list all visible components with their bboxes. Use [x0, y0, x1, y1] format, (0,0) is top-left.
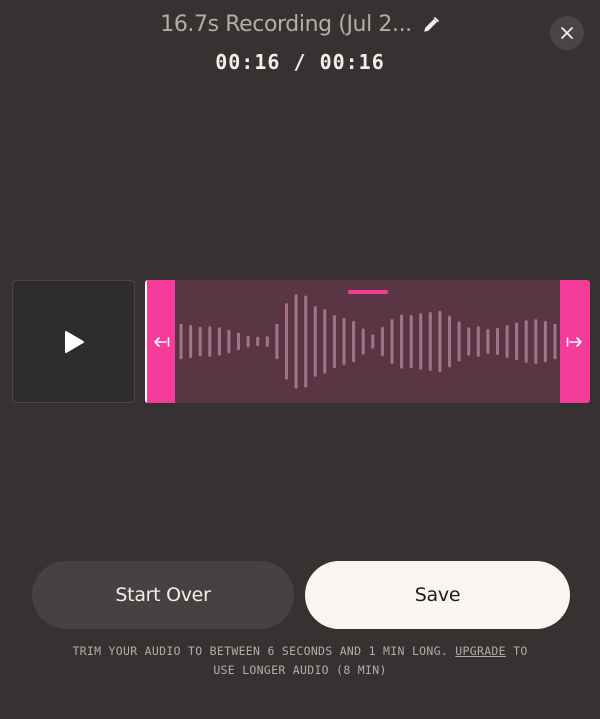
waveform-bar	[361, 328, 365, 355]
waveform-bar	[380, 326, 384, 357]
waveform-bar	[438, 310, 442, 373]
waveform-bar	[313, 306, 317, 377]
waveform-bar	[467, 327, 471, 356]
waveform-bar	[237, 332, 240, 351]
waveform-bar	[419, 313, 423, 370]
waveform-bar	[515, 322, 519, 361]
waveform-bar	[390, 319, 394, 364]
trim-right-arrow-icon	[566, 336, 582, 347]
pencil-icon[interactable]	[422, 16, 440, 34]
trim-start-handle[interactable]	[145, 280, 175, 403]
waveform-bar	[275, 323, 279, 360]
save-button[interactable]: Save	[305, 561, 570, 629]
waveform-bar	[256, 336, 260, 347]
play-icon	[64, 330, 84, 353]
waveform-bar	[189, 325, 193, 358]
start-over-button[interactable]: Start Over	[32, 561, 294, 629]
waveform-bar	[323, 309, 327, 374]
waveform-bar	[400, 314, 404, 369]
waveform-bar	[524, 320, 528, 363]
trim-left-arrow-icon	[154, 336, 170, 347]
play-button[interactable]	[12, 280, 135, 403]
waveform-bar	[179, 323, 183, 360]
waveform-bar	[476, 326, 480, 357]
close-button[interactable]	[550, 16, 584, 50]
waveform-bar	[409, 315, 413, 369]
trim-instructions-text-3: USE LONGER AUDIO (8 MIN)	[213, 663, 387, 677]
waveform-bar	[448, 315, 451, 368]
trim-end-handle[interactable]	[560, 280, 590, 403]
selection-drag-handle[interactable]	[348, 290, 388, 294]
time-separator: /	[280, 50, 320, 74]
waveform-bar	[457, 321, 461, 362]
upgrade-link[interactable]: UPGRADE	[455, 644, 506, 658]
close-icon	[561, 27, 573, 39]
playback-time: 00:16 / 00:16	[0, 50, 600, 74]
waveform-bar	[543, 320, 547, 363]
waveform-bar	[246, 335, 250, 348]
recording-title-row: 16.7s Recording (Jul 2...	[0, 12, 600, 37]
waveform	[179, 294, 557, 389]
trim-instructions: TRIM YOUR AUDIO TO BETWEEN 6 SECONDS AND…	[0, 642, 600, 680]
waveform-bar	[486, 329, 490, 354]
waveform-bar	[371, 334, 375, 349]
waveform-bar	[294, 294, 298, 389]
waveform-bar	[332, 315, 336, 369]
trim-instructions-text: TRIM YOUR AUDIO TO BETWEEN 6 SECONDS AND…	[72, 644, 456, 658]
current-time: 00:16	[215, 50, 281, 74]
waveform-bar	[198, 326, 202, 357]
waveform-bar	[304, 295, 308, 388]
waveform-bar	[352, 320, 356, 363]
waveform-bar	[208, 326, 212, 357]
waveform-bar	[534, 319, 538, 364]
waveform-bar	[217, 327, 221, 356]
waveform-bar	[428, 312, 432, 371]
waveform-bar	[227, 329, 231, 354]
waveform-trim-region[interactable]	[145, 280, 590, 403]
waveform-bar	[342, 317, 346, 366]
waveform-bar	[285, 303, 288, 380]
waveform-bar	[496, 327, 499, 355]
waveform-bar	[553, 323, 557, 360]
waveform-bar	[265, 336, 269, 347]
waveform-bar	[505, 325, 509, 358]
total-time: 00:16	[319, 50, 385, 74]
trim-instructions-text-2: TO	[505, 644, 528, 658]
recording-title: 16.7s Recording (Jul 2...	[160, 12, 412, 37]
